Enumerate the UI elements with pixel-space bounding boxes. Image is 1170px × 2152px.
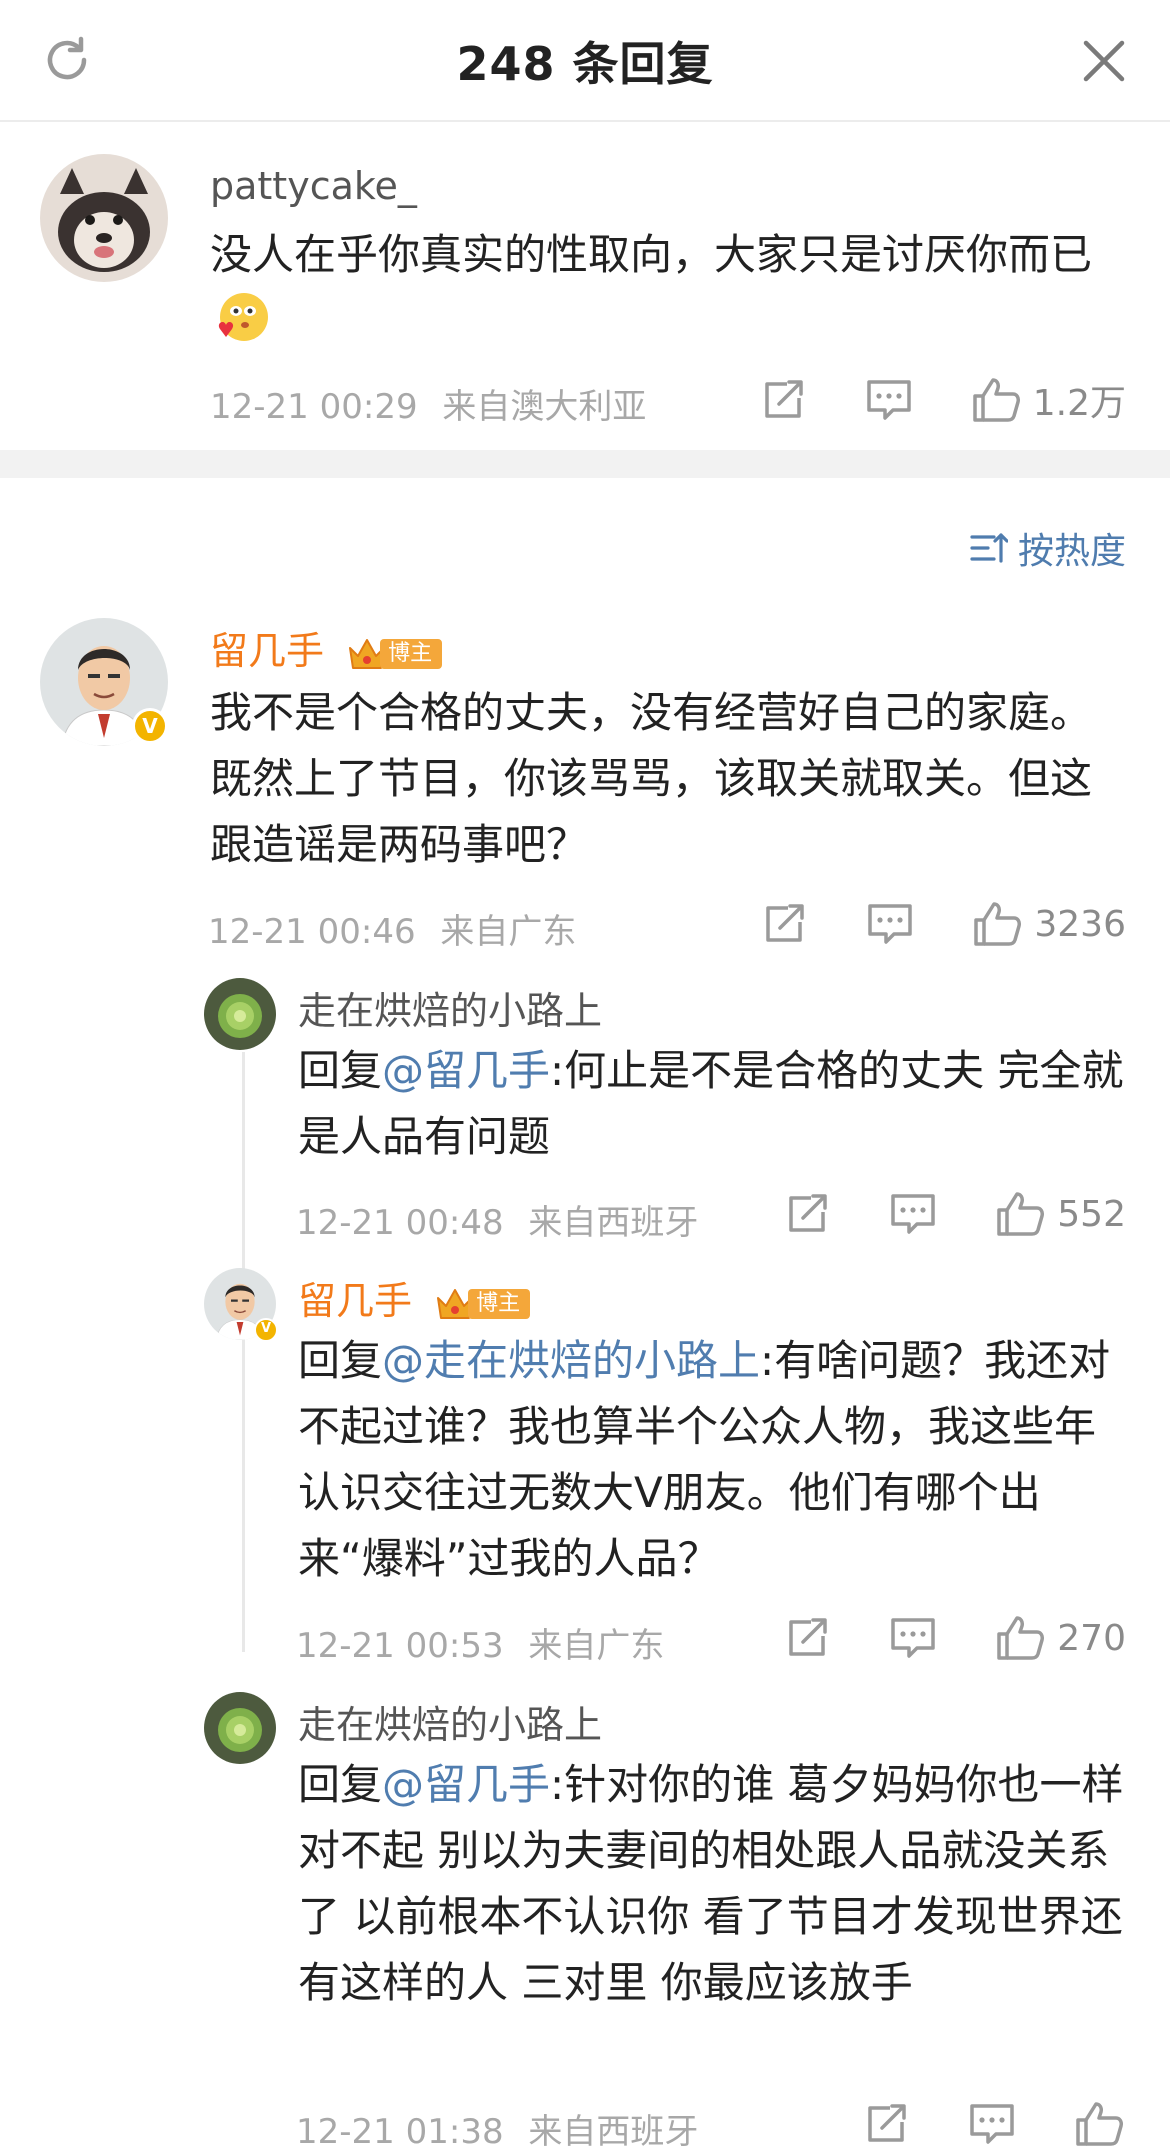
mention-link[interactable]: @留几手 <box>382 1046 550 1095</box>
close-icon[interactable] <box>1078 35 1130 87</box>
reply-username[interactable]: 走在烘焙的小路上 <box>298 1694 602 1749</box>
comment-actions: 1.2万 <box>757 374 1126 426</box>
reply-username[interactable]: 留几手 博主 <box>298 1270 531 1325</box>
timestamp: 12-21 00:48 <box>296 1203 504 1243</box>
like-icon <box>974 902 1022 946</box>
comment-icon[interactable] <box>966 2100 1018 2148</box>
timestamp: 12-21 00:53 <box>296 1626 504 1666</box>
like-button[interactable] <box>1074 2100 1126 2148</box>
comment-icon[interactable] <box>887 1614 939 1662</box>
like-count: 552 <box>1057 1193 1126 1235</box>
like-icon <box>997 1192 1045 1236</box>
like-count: 1.2万 <box>1032 383 1126 424</box>
mention-link[interactable]: @留几手 <box>382 1760 550 1809</box>
comment-text: 没人在乎你真实的性取向，大家只是讨厌你而已 <box>210 222 1120 354</box>
section-divider <box>0 450 1170 478</box>
sort-label: 按热度 <box>1017 531 1126 572</box>
timestamp: 12-21 01:38 <box>296 2112 504 2152</box>
sort-toggle[interactable]: 按热度 <box>970 522 1126 574</box>
comment-meta: 12-21 00:29 来自澳大利亚 <box>210 379 646 428</box>
like-icon <box>1076 2102 1123 2146</box>
page-title: 248 条回复 <box>456 37 714 91</box>
like-count: 270 <box>1057 1617 1126 1659</box>
like-icon <box>972 378 1020 422</box>
timestamp: 12-21 00:29 <box>210 387 418 427</box>
reply-username[interactable]: 走在烘焙的小路上 <box>298 980 602 1035</box>
location: 来自西班牙 <box>528 1203 699 1243</box>
reply-actions: 3236 <box>758 900 1126 948</box>
main-comment: pattycake_ 没人在乎你真实的性取向，大家只是讨厌你而已 12-21 0… <box>0 124 1170 450</box>
avatar[interactable] <box>40 154 168 282</box>
share-icon[interactable] <box>758 900 810 948</box>
share-icon[interactable] <box>860 2100 912 2148</box>
mention-link[interactable]: @走在烘焙的小路上 <box>382 1336 760 1385</box>
blogger-badge: 博主 <box>346 635 443 673</box>
comment-icon[interactable] <box>887 1190 939 1238</box>
like-button[interactable]: 3236 <box>972 900 1126 948</box>
reply-actions: 270 <box>781 1614 1126 1662</box>
reply-text: 我不是个合格的丈夫，没有经营好自己的家庭。既然上了节目，你该骂骂，该取关就取关。… <box>210 688 1093 869</box>
blogger-badge: 博主 <box>434 1285 531 1323</box>
timestamp: 12-21 00:46 <box>208 912 416 952</box>
reply-username[interactable]: 留几手 博主 <box>210 620 443 675</box>
reply-meta: 12-21 00:53 来自广东 <box>296 1618 664 1667</box>
location: 来自澳大利亚 <box>442 387 647 427</box>
reply-actions <box>860 2100 1126 2148</box>
reply-text: 回复@留几手:何止是不是合格的丈夫 完全就是人品有问题 <box>298 1046 1124 1161</box>
verified-icon: V <box>132 708 168 744</box>
verified-icon: V <box>254 1318 278 1342</box>
share-icon[interactable] <box>781 1190 833 1238</box>
thread-line <box>242 1052 245 1652</box>
comment-icon[interactable] <box>864 900 916 948</box>
avatar[interactable] <box>204 978 276 1050</box>
avatar[interactable] <box>204 1692 276 1764</box>
like-button[interactable]: 270 <box>995 1614 1126 1662</box>
like-count: 3236 <box>1034 903 1126 945</box>
share-icon[interactable] <box>781 1614 833 1662</box>
like-button[interactable]: 552 <box>995 1190 1126 1238</box>
location: 来自广东 <box>440 912 577 952</box>
sort-icon <box>970 533 1008 563</box>
reply-text: 回复@留几手:针对你的谁 葛夕妈妈你也一样对不起 别以为夫妻间的相处跟人品就没关… <box>298 1760 1124 2007</box>
location: 来自西班牙 <box>528 2112 699 2152</box>
emoji-icon <box>218 293 268 341</box>
share-icon[interactable] <box>757 376 809 424</box>
like-button[interactable]: 1.2万 <box>971 374 1126 426</box>
header-bar: 248 条回复 <box>0 0 1170 122</box>
reply-meta: 12-21 01:38 来自西班牙 <box>296 2104 698 2152</box>
like-icon <box>997 1616 1045 1660</box>
comment-icon[interactable] <box>863 376 915 424</box>
reply-text: 回复@走在烘焙的小路上:有啥问题？我还对不起过谁？我也算半个公众人物，我这些年认… <box>298 1336 1111 1583</box>
comment-username[interactable]: pattycake_ <box>210 164 417 208</box>
reply-meta: 12-21 00:46 来自广东 <box>208 904 576 953</box>
reply-meta: 12-21 00:48 来自西班牙 <box>296 1195 698 1244</box>
location: 来自广东 <box>528 1626 665 1666</box>
reply-actions: 552 <box>781 1190 1126 1238</box>
